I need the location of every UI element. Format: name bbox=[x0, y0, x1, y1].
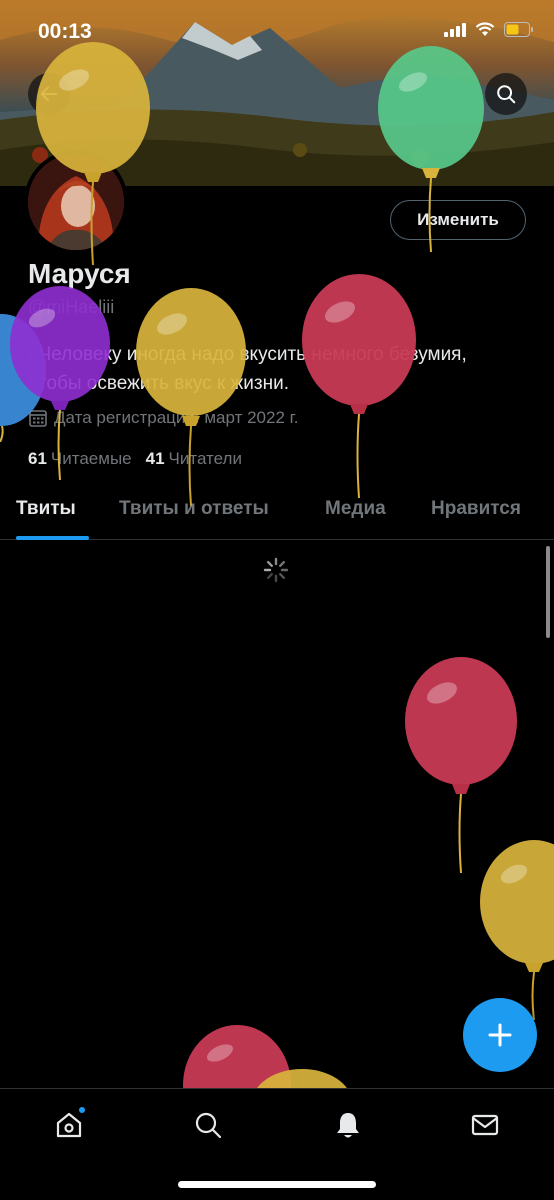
wifi-icon bbox=[475, 22, 495, 36]
balloon-yellow-1 bbox=[36, 42, 150, 265]
active-tab-indicator bbox=[16, 536, 89, 540]
home-icon bbox=[56, 1112, 82, 1138]
battery-icon bbox=[504, 22, 533, 37]
header-search-button[interactable] bbox=[485, 73, 527, 115]
nav-notifications[interactable] bbox=[330, 1107, 366, 1143]
balloon-yellow-2 bbox=[136, 288, 246, 507]
tab-media[interactable]: Медиа bbox=[325, 498, 386, 520]
loading-spinner-icon bbox=[263, 557, 289, 583]
bell-icon bbox=[337, 1113, 359, 1138]
notification-dot bbox=[79, 1107, 85, 1113]
scrollbar[interactable] bbox=[546, 546, 550, 638]
mail-icon bbox=[471, 1114, 499, 1136]
balloon-bottom-pair bbox=[183, 1025, 348, 1089]
balloon-yellow-3 bbox=[480, 840, 554, 1020]
compose-tweet-button[interactable] bbox=[463, 998, 537, 1072]
nav-messages[interactable] bbox=[467, 1107, 503, 1143]
status-icons bbox=[444, 22, 534, 37]
home-indicator[interactable] bbox=[178, 1181, 376, 1188]
cellular-signal-icon bbox=[444, 22, 466, 37]
tab-likes[interactable]: Нравится bbox=[431, 498, 521, 520]
search-icon bbox=[195, 1112, 222, 1139]
nav-search[interactable] bbox=[190, 1107, 226, 1143]
search-icon bbox=[497, 85, 516, 104]
balloon-red-1 bbox=[302, 274, 416, 498]
balloon-purple bbox=[10, 286, 110, 481]
nav-home[interactable] bbox=[51, 1107, 87, 1143]
profile-tabs: Твиты Твиты и ответы Медиа Нравится bbox=[0, 480, 554, 540]
tab-tweets[interactable]: Твиты bbox=[16, 498, 76, 520]
balloon-green bbox=[378, 46, 484, 253]
plus-icon bbox=[488, 1023, 512, 1047]
